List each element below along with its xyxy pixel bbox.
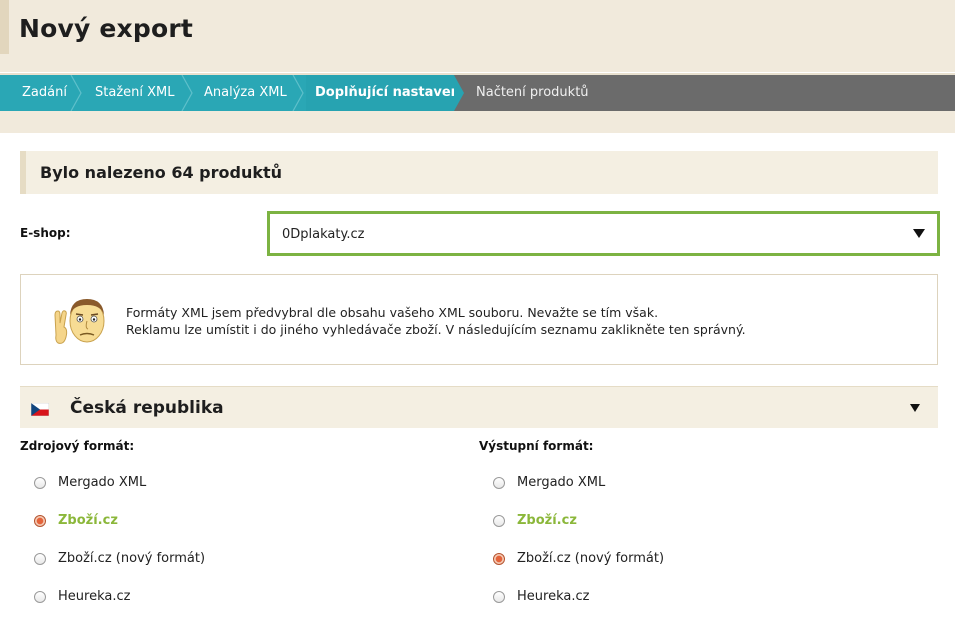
step-separator	[292, 75, 306, 111]
found-accent	[20, 151, 26, 194]
step-nacteni-produktu: Načtení produktů	[476, 85, 589, 100]
dropdown-arrow-icon	[913, 229, 925, 238]
step-analyza-xml[interactable]: Analýza XML	[195, 75, 292, 111]
step-zadani[interactable]: Zadání	[0, 75, 70, 111]
page-title: Nový export	[19, 14, 194, 43]
radio-button[interactable]	[34, 553, 46, 565]
radio-button[interactable]	[34, 477, 46, 489]
step-separator-active	[454, 75, 468, 111]
header-strip	[0, 111, 955, 133]
radio-button[interactable]	[493, 515, 505, 527]
step-doplnujici-nastaveni[interactable]: Doplňující nastavení	[306, 75, 464, 111]
products-found-text: Bylo nalezeno 64 produktů	[40, 163, 283, 182]
header-accent	[0, 0, 9, 54]
info-line-1: Formáty XML jsem předvybral dle obsahu v…	[126, 305, 659, 320]
info-box: Formáty XML jsem předvybral dle obsahu v…	[20, 274, 938, 365]
option-label[interactable]: Mergado XML	[517, 475, 605, 490]
step-separator	[181, 75, 195, 111]
mascot-icon	[49, 293, 109, 347]
output-format-heading: Výstupní formát:	[479, 439, 594, 453]
option-label[interactable]: Zboží.cz (nový formát)	[517, 551, 664, 566]
eshop-label: E-shop:	[20, 226, 71, 240]
option-label[interactable]: Mergado XML	[58, 475, 146, 490]
czech-flag-icon	[30, 401, 50, 417]
country-section-header[interactable]: Česká republika	[20, 386, 938, 428]
eshop-select[interactable]: 0Dplakaty.cz	[267, 211, 940, 256]
page-header: Nový export	[0, 0, 955, 72]
source-format-heading: Zdrojový formát:	[20, 439, 135, 453]
step-stazeni-xml[interactable]: Stažení XML	[84, 75, 181, 111]
radio-button[interactable]	[493, 477, 505, 489]
option-label[interactable]: Heureka.cz	[58, 589, 130, 604]
country-name: Česká republika	[70, 398, 224, 418]
option-label[interactable]: Heureka.cz	[517, 589, 589, 604]
radio-button-checked[interactable]	[493, 553, 505, 565]
collapse-arrow-icon[interactable]	[910, 404, 920, 412]
radio-button[interactable]	[34, 591, 46, 603]
radio-button[interactable]	[493, 591, 505, 603]
option-label[interactable]: Zboží.cz	[517, 513, 577, 528]
products-found-box: Bylo nalezeno 64 produktů	[20, 151, 938, 194]
info-line-2: Reklamu lze umístit i do jiného vyhledáv…	[126, 322, 746, 337]
option-label[interactable]: Zboží.cz	[58, 513, 118, 528]
eshop-selected-value: 0Dplakaty.cz	[282, 227, 365, 242]
wizard-steps: Zadání Stažení XML Analýza XML Doplňujíc…	[0, 73, 955, 111]
step-separator	[70, 75, 84, 111]
radio-button-checked[interactable]	[34, 515, 46, 527]
option-label[interactable]: Zboží.cz (nový formát)	[58, 551, 205, 566]
